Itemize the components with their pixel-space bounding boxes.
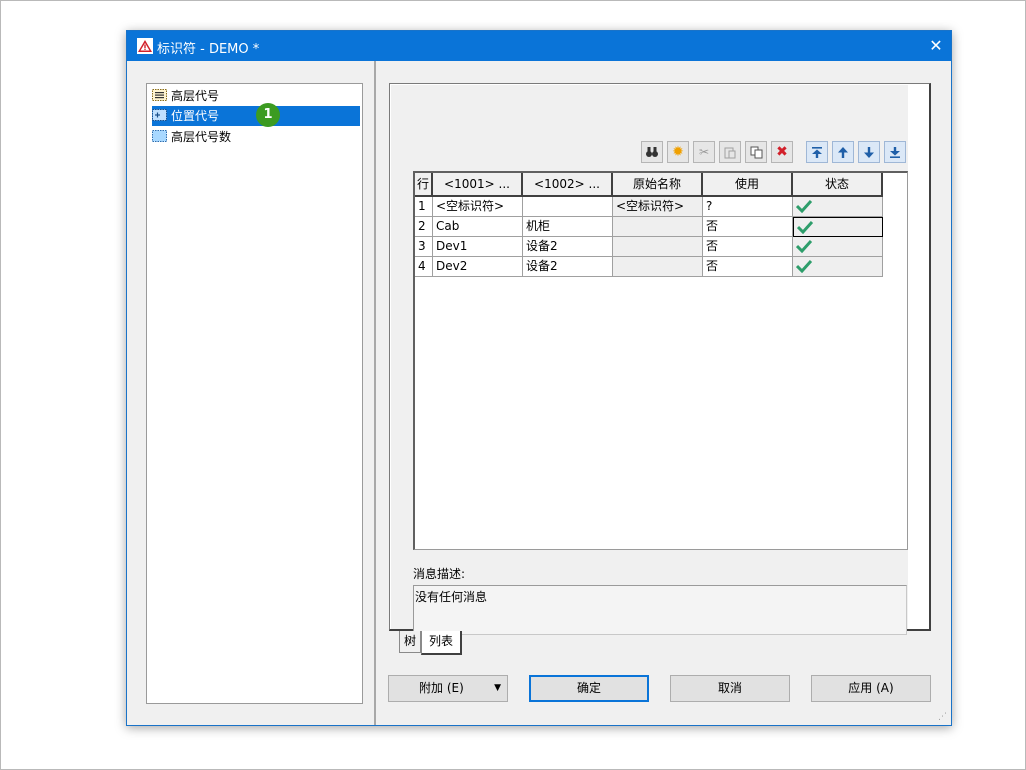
move-down-icon	[864, 147, 874, 158]
check-icon	[795, 239, 813, 254]
table-row-number[interactable]: 2	[415, 217, 433, 237]
new-button[interactable]: ✹	[667, 141, 689, 163]
table-cell-use[interactable]: ?	[703, 197, 793, 217]
table-row-number[interactable]: 4	[415, 257, 433, 277]
table-cell-original-name[interactable]	[613, 237, 703, 257]
table-cell-status[interactable]	[793, 237, 883, 257]
column-header-use[interactable]: 使用	[703, 173, 793, 197]
paste-icon	[724, 147, 736, 159]
copy-button[interactable]	[745, 141, 767, 163]
move-top-button[interactable]	[806, 141, 828, 163]
apply-button[interactable]: 应用 (A)	[811, 675, 931, 702]
table-cell-original-name[interactable]: <空标识符>	[613, 197, 703, 217]
new-star-icon: ✹	[672, 144, 684, 160]
window-title: 标识符 - DEMO *	[157, 42, 260, 57]
table-cell-use[interactable]: 否	[703, 257, 793, 277]
table-cell-original-name[interactable]	[613, 257, 703, 277]
find-button[interactable]	[641, 141, 663, 163]
close-icon: ✕	[929, 36, 943, 55]
table-cell-1001[interactable]: Dev2	[433, 257, 523, 277]
identifier-dialog: 标识符 - DEMO * ✕ 高层代号 位置代号 高层代号数 1 ✹ ✂ ✖ 行…	[126, 30, 952, 726]
column-header-1002[interactable]: <1002> ...	[523, 173, 613, 197]
list-panel-frame: ✹ ✂ ✖ 行 <1001> ... <1002> ... 原始名称 使用 状态…	[389, 83, 931, 635]
table-cell-1002[interactable]: 机柜	[523, 217, 613, 237]
title-bar: 标识符 - DEMO * ✕	[127, 31, 951, 61]
tree-item-label: 位置代号	[171, 109, 220, 123]
move-bottom-icon	[890, 147, 900, 158]
tree-item-higher-level-code[interactable]: 高层代号	[152, 86, 360, 106]
table-cell-1001[interactable]: Cab	[433, 217, 523, 237]
tree-pane: 高层代号 位置代号 高层代号数	[146, 83, 363, 704]
resize-grip-icon[interactable]: ⋰	[938, 712, 948, 722]
table-row-number[interactable]: 3	[415, 237, 433, 257]
copy-icon	[750, 146, 762, 159]
tab-tree[interactable]: 树	[399, 631, 421, 653]
ok-button[interactable]: 确定	[529, 675, 649, 702]
pane-splitter[interactable]	[374, 61, 376, 725]
add-dropdown-button[interactable]: 附加 (E) ▼	[388, 675, 508, 702]
tree-item-label: 高层代号	[171, 89, 220, 103]
paste-button[interactable]	[719, 141, 741, 163]
move-down-button[interactable]	[858, 141, 880, 163]
callout-badge: 1	[256, 103, 280, 127]
column-header-original-name[interactable]: 原始名称	[613, 173, 703, 197]
move-bottom-button[interactable]	[884, 141, 906, 163]
tab-list[interactable]: 列表	[421, 631, 462, 655]
table-cell-status[interactable]	[793, 257, 883, 277]
check-icon	[795, 259, 813, 274]
table-cell-1002[interactable]	[523, 197, 613, 217]
binoculars-icon	[646, 147, 658, 157]
cut-icon: ✂	[698, 145, 710, 159]
add-button-label: 附加 (E)	[419, 681, 464, 695]
column-header-row[interactable]: 行	[415, 173, 433, 197]
close-button[interactable]: ✕	[921, 31, 951, 61]
message-box: 没有任何消息	[413, 585, 907, 635]
cancel-button[interactable]: 取消	[670, 675, 790, 702]
chevron-down-icon: ▼	[494, 683, 501, 693]
tree-item-higher-level-code-count[interactable]: 高层代号数	[152, 127, 360, 147]
delete-icon: ✖	[776, 144, 788, 160]
table-row-number[interactable]: 1	[415, 197, 433, 217]
identifier-table: 行 <1001> ... <1002> ... 原始名称 使用 状态 1 <空标…	[413, 171, 908, 550]
move-up-button[interactable]	[832, 141, 854, 163]
table-cell-1002[interactable]: 设备2	[523, 257, 613, 277]
move-up-icon	[838, 147, 848, 158]
table-cell-use[interactable]: 否	[703, 217, 793, 237]
table-cell-1002[interactable]: 设备2	[523, 237, 613, 257]
check-icon	[795, 199, 813, 214]
tree-item-label: 高层代号数	[171, 130, 232, 144]
message-label: 消息描述:	[413, 567, 466, 581]
table-cell-original-name[interactable]	[613, 217, 703, 237]
table-cell-1001[interactable]: Dev1	[433, 237, 523, 257]
table-cell-status[interactable]	[793, 197, 883, 217]
grid-icon	[152, 130, 167, 142]
list-panel: ✹ ✂ ✖ 行 <1001> ... <1002> ... 原始名称 使用 状态…	[391, 85, 908, 635]
warning-icon	[137, 38, 153, 54]
column-header-1001[interactable]: <1001> ...	[433, 173, 523, 197]
table-cell-use[interactable]: 否	[703, 237, 793, 257]
table-cell-status[interactable]	[793, 217, 883, 237]
list-icon	[152, 89, 167, 101]
delete-button[interactable]: ✖	[771, 141, 793, 163]
column-header-status[interactable]: 状态	[793, 173, 883, 197]
check-icon	[796, 220, 814, 235]
cut-button[interactable]: ✂	[693, 141, 715, 163]
table-cell-1001[interactable]: <空标识符>	[433, 197, 523, 217]
location-icon	[152, 109, 167, 121]
move-top-icon	[812, 147, 822, 158]
